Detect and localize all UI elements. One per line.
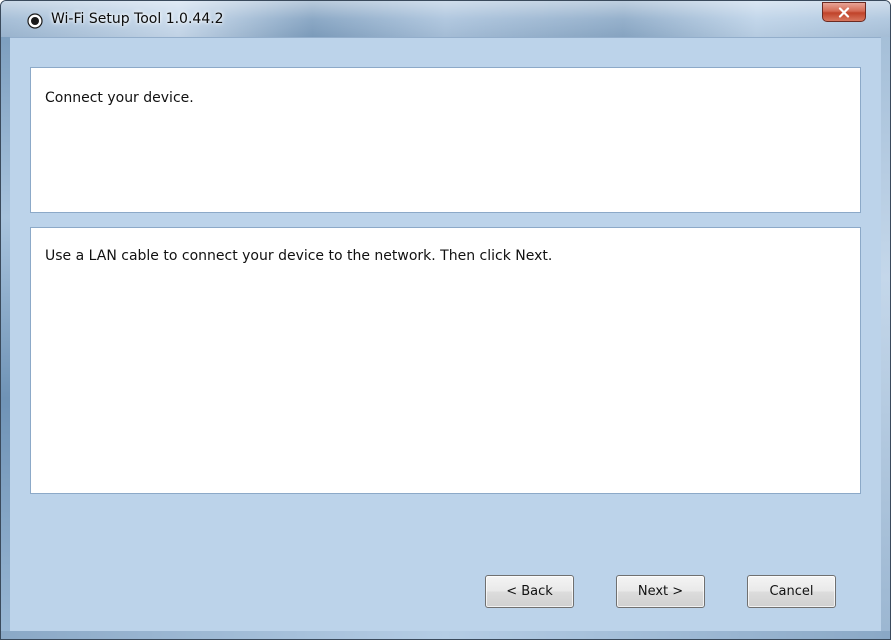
- window-title: Wi-Fi Setup Tool 1.0.44.2: [51, 11, 224, 27]
- description-panel: Use a LAN cable to connect your device t…: [30, 227, 861, 494]
- cancel-button[interactable]: Cancel: [747, 575, 836, 608]
- window-right-border: [881, 37, 890, 639]
- instruction-panel: Connect your device.: [30, 67, 861, 213]
- instruction-text: Connect your device.: [45, 90, 194, 106]
- next-button[interactable]: Next >: [616, 575, 705, 608]
- close-button[interactable]: [822, 2, 866, 22]
- window-bottom-border: [1, 631, 890, 639]
- radio-dot-icon: [27, 13, 43, 29]
- wizard-client-area: Connect your device. Use a LAN cable to …: [10, 37, 881, 632]
- back-button[interactable]: < Back: [485, 575, 574, 608]
- window-left-border: [1, 37, 10, 639]
- setup-window: Wi-Fi Setup Tool 1.0.44.2 Connect your d…: [0, 0, 891, 640]
- description-text: Use a LAN cable to connect your device t…: [45, 248, 553, 264]
- close-x-icon: [838, 6, 850, 18]
- title-bar[interactable]: Wi-Fi Setup Tool 1.0.44.2: [1, 1, 890, 37]
